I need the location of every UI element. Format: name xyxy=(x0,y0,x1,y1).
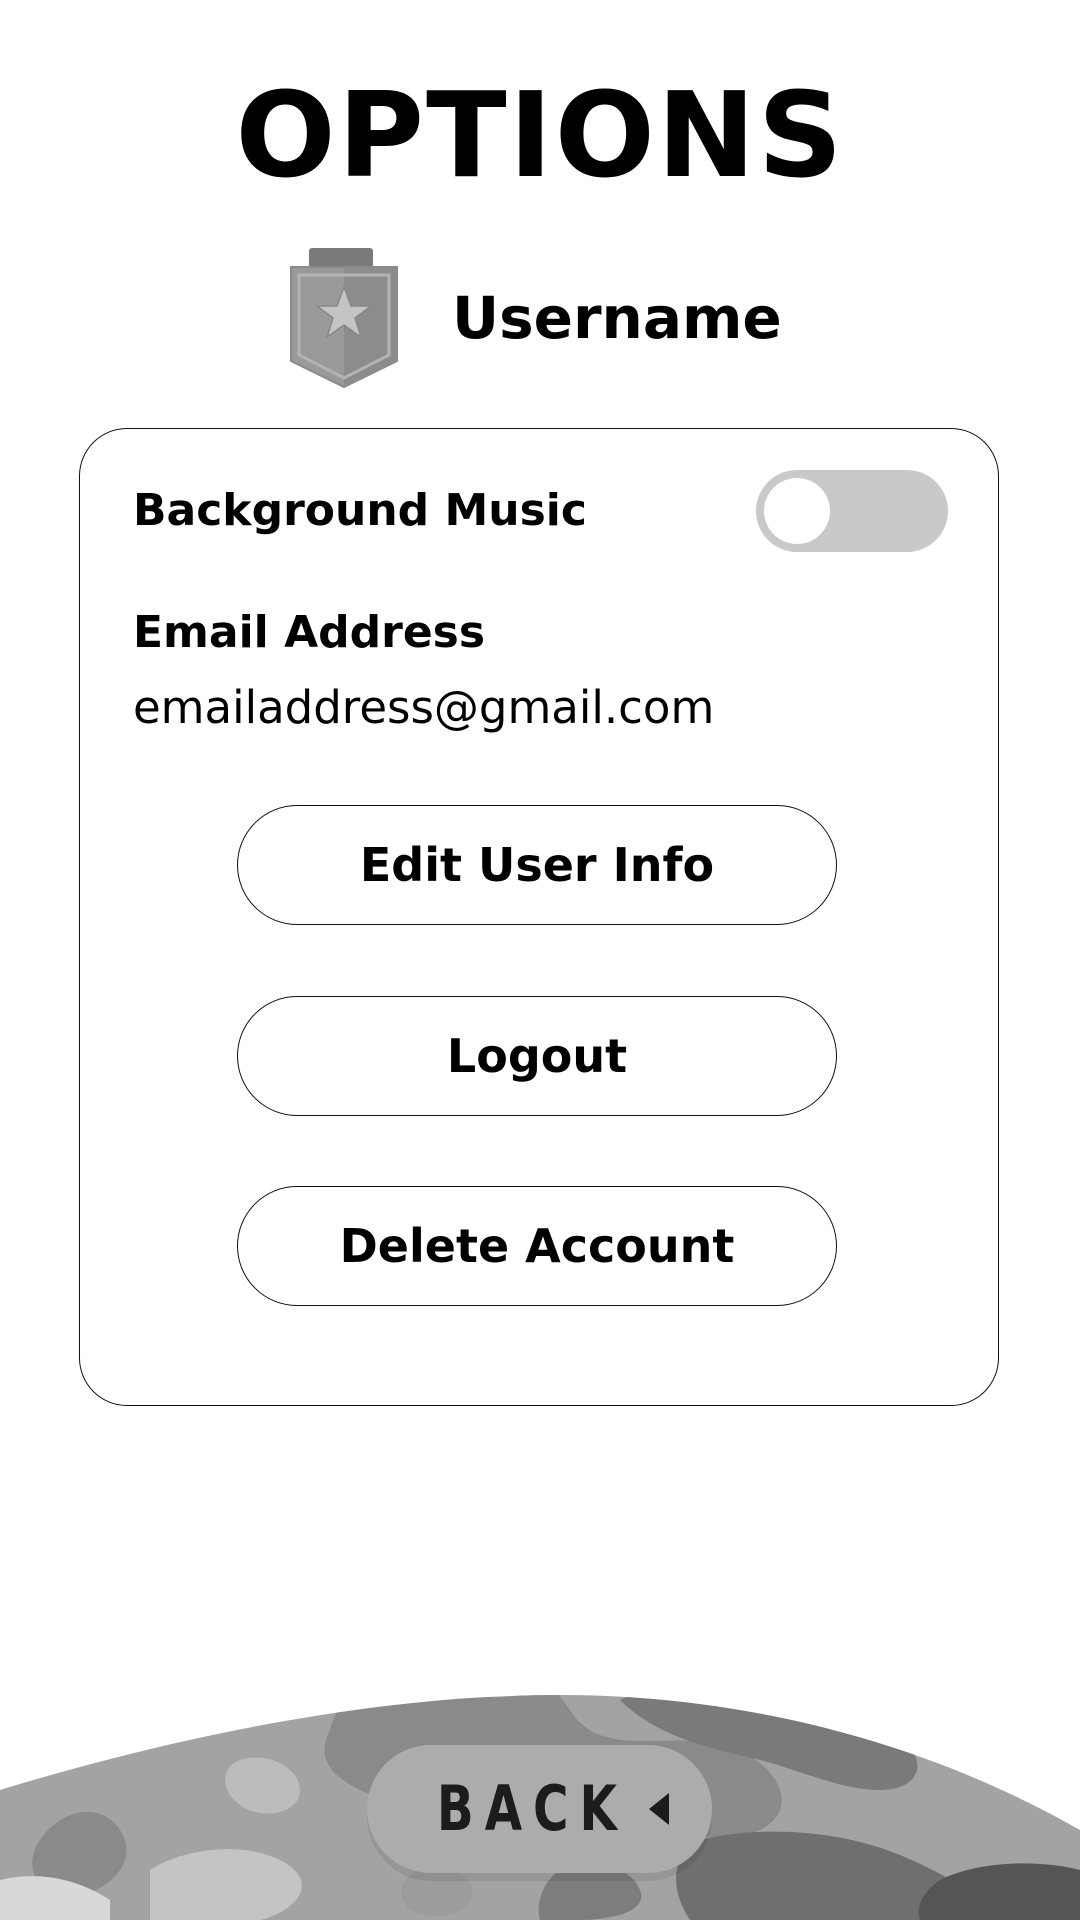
options-screen: OPTIONS Username Background Music Email … xyxy=(0,0,1080,1920)
page-title: OPTIONS xyxy=(235,66,845,204)
email-label: Email Address xyxy=(133,607,486,658)
logout-button[interactable]: Logout xyxy=(237,996,837,1116)
background-music-label: Background Music xyxy=(133,485,587,536)
email-value: emailaddress@gmail.com xyxy=(133,681,715,734)
background-music-toggle[interactable] xyxy=(756,470,948,552)
edit-user-info-button[interactable]: Edit User Info xyxy=(237,805,837,925)
back-button[interactable]: BACK xyxy=(367,1745,712,1873)
profile-header: Username xyxy=(285,245,805,395)
toggle-knob xyxy=(764,478,830,544)
back-label: BACK xyxy=(437,1772,628,1845)
delete-account-button[interactable]: Delete Account xyxy=(237,1186,837,1306)
username: Username xyxy=(452,284,782,352)
settings-card: Background Music Email Address emailaddr… xyxy=(79,428,999,1406)
shield-star-icon xyxy=(290,248,398,389)
caret-left-icon xyxy=(648,1793,669,1825)
